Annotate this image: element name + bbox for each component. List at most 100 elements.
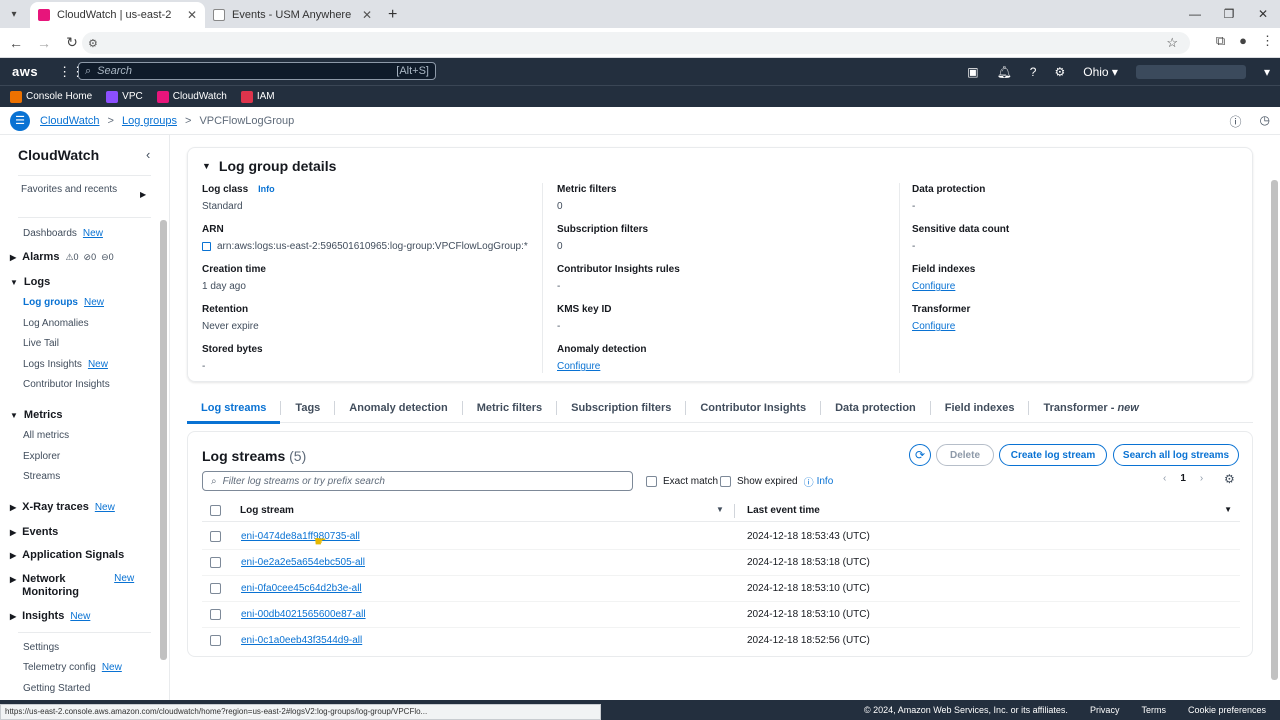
new-badge[interactable]: New	[114, 573, 134, 584]
tab-log-streams[interactable]: Log streams	[187, 393, 281, 424]
next-page-icon[interactable]: ›	[1200, 473, 1203, 484]
sidebar-item-getting-started[interactable]: Getting Started	[23, 683, 90, 694]
site-settings-icon[interactable]: ⚙	[88, 37, 98, 50]
prev-page-icon[interactable]: ‹	[1163, 473, 1166, 484]
region-selector[interactable]: Ohio ▾	[1083, 65, 1118, 79]
log-stream-link[interactable]: eni-0c1a0eeb43f3544d9-all	[241, 635, 362, 646]
close-window-icon[interactable]: ✕	[1246, 0, 1280, 28]
sort-descending-icon[interactable]: ▼	[1224, 505, 1232, 514]
current-page[interactable]: 1	[1180, 473, 1186, 484]
new-tab-icon[interactable]: +	[388, 6, 397, 24]
delete-button[interactable]: Delete	[936, 444, 994, 466]
restore-icon[interactable]: ❐	[1212, 0, 1246, 28]
privacy-link[interactable]: Privacy	[1090, 705, 1120, 715]
favorite-cloudwatch[interactable]: CloudWatch	[156, 90, 227, 103]
cookie-preferences-link[interactable]: Cookie preferences	[1188, 705, 1266, 715]
url-input[interactable]: ⚙ ☆	[82, 32, 1190, 54]
favorite-vpc[interactable]: VPC	[106, 90, 143, 103]
sidebar-section-insights[interactable]: ▶ Insights New	[10, 610, 90, 622]
sidebar-section-xray[interactable]: ▶ X-Ray traces New	[10, 501, 115, 513]
exact-match-checkbox[interactable]: Exact match	[646, 476, 718, 487]
settings-gear-icon[interactable]: ⚙	[1054, 65, 1065, 79]
close-tab-icon[interactable]: ✕	[187, 8, 197, 22]
terms-link[interactable]: Terms	[1141, 705, 1166, 715]
tab-field-indexes[interactable]: Field indexes	[931, 393, 1029, 423]
sidebar-section-alarms[interactable]: ▶ Alarms ⚠0 ⊘0 ⊖0	[10, 251, 114, 263]
sidebar-item-contributor-insights[interactable]: Contributor Insights	[23, 379, 110, 390]
help-icon[interactable]: ?	[1030, 65, 1037, 79]
sidebar-item-log-anomalies[interactable]: Log Anomalies	[23, 318, 89, 329]
log-stream-link[interactable]: eni-0fa0cee45c64d2b3e-all	[241, 583, 362, 594]
sidebar-item-all-metrics[interactable]: All metrics	[23, 430, 69, 441]
tab-data-protection[interactable]: Data protection	[821, 393, 930, 423]
checkbox[interactable]	[646, 476, 657, 487]
collapse-sidebar-icon[interactable]: ‹	[146, 147, 150, 162]
cloudshell-icon[interactable]: ▣	[967, 65, 978, 79]
new-badge[interactable]: New	[102, 662, 122, 673]
sidebar-section-events[interactable]: ▶ Events	[10, 526, 58, 538]
sidebar-item-explorer[interactable]: Explorer	[23, 451, 60, 462]
account-menu[interactable]	[1135, 64, 1246, 79]
sidebar-item-live-tail[interactable]: Live Tail	[23, 338, 59, 349]
breadcrumb-log-groups[interactable]: Log groups	[122, 115, 177, 127]
sidebar-section-metrics[interactable]: ▼ Metrics	[10, 409, 62, 421]
log-stream-link[interactable]: eni-0e2a2e5a654ebc505-all	[241, 557, 365, 568]
configure-anomaly-link[interactable]: Configure	[557, 361, 646, 372]
info-link[interactable]: Info	[817, 476, 834, 487]
filter-log-streams-input[interactable]: ⌕ Filter log streams or try prefix searc…	[202, 471, 633, 491]
new-badge[interactable]: New	[95, 502, 115, 513]
aws-search-input[interactable]: ⌕ Search [Alt+S]	[78, 62, 436, 80]
browser-menu-icon[interactable]: ⋮	[1261, 33, 1274, 49]
row-checkbox[interactable]	[210, 531, 221, 542]
log-stream-link[interactable]: eni-00db4021565600e87-all	[241, 609, 366, 620]
extensions-icon[interactable]: ⧉	[1216, 33, 1225, 49]
select-all-checkbox[interactable]	[210, 505, 221, 516]
column-header-log-stream[interactable]: Log stream	[240, 505, 294, 516]
info-circle-icon[interactable]: ⓘ	[804, 474, 814, 489]
sidebar-section-logs[interactable]: ▼ Logs	[10, 276, 50, 288]
sidebar-section-network-monitoring[interactable]: ▶ Network Monitoring New	[10, 573, 134, 599]
column-resizer[interactable]	[734, 504, 735, 518]
row-checkbox[interactable]	[210, 609, 221, 620]
sidebar-item-settings[interactable]: Settings	[23, 642, 59, 653]
aws-logo[interactable]: aws	[12, 64, 38, 79]
main-scrollbar[interactable]	[1271, 180, 1278, 680]
tab-contributor-insights[interactable]: Contributor Insights	[686, 393, 820, 423]
favorite-console-home[interactable]: Console Home	[10, 90, 92, 103]
row-checkbox[interactable]	[210, 557, 221, 568]
info-panel-icon[interactable]: ⓘ	[1230, 113, 1242, 130]
new-badge[interactable]: New	[70, 611, 90, 622]
create-log-stream-button[interactable]: Create log stream	[999, 444, 1107, 466]
copy-icon[interactable]	[202, 242, 211, 251]
notifications-icon[interactable]: 🔔︎	[997, 65, 1012, 79]
sidebar-item-dashboards[interactable]: Dashboards New	[23, 228, 103, 239]
row-checkbox[interactable]	[210, 583, 221, 594]
forward-icon[interactable]: →	[32, 35, 56, 51]
tab-tags[interactable]: Tags	[281, 393, 334, 423]
tab-search-icon[interactable]: ▾	[4, 4, 24, 24]
new-badge[interactable]: New	[88, 359, 108, 370]
caret-right-icon[interactable]: ▶	[140, 190, 146, 199]
sidebar-item-logs-insights[interactable]: Logs Insights New	[23, 359, 108, 370]
tab-transformer[interactable]: Transformer - new	[1029, 393, 1152, 423]
tab-subscription-filters[interactable]: Subscription filters	[557, 393, 685, 423]
show-expired-checkbox[interactable]: Show expired ⓘ Info	[720, 474, 833, 489]
search-all-log-streams-button[interactable]: Search all log streams	[1113, 444, 1239, 466]
menu-icon[interactable]: ☰	[10, 110, 30, 131]
sort-caret-icon[interactable]: ▼	[716, 505, 724, 514]
column-header-last-event-time[interactable]: Last event time	[747, 505, 820, 516]
minimize-icon[interactable]: —	[1178, 0, 1212, 28]
refresh-button[interactable]: ⟳	[909, 444, 931, 466]
sidebar-section-application-signals[interactable]: ▶ Application Signals	[10, 549, 124, 561]
reload-icon[interactable]: ↻	[60, 34, 84, 51]
table-preferences-gear-icon[interactable]: ⚙	[1224, 472, 1235, 486]
sidebar-scrollbar[interactable]	[160, 220, 167, 660]
browser-tab-cloudwatch[interactable]: CloudWatch | us-east-2 ✕	[30, 2, 205, 28]
row-checkbox[interactable]	[210, 635, 221, 646]
log-stream-link[interactable]: eni-0474de8a1ff980735-all	[241, 531, 360, 542]
history-icon[interactable]: ◷	[1260, 113, 1270, 130]
configure-transformer-link[interactable]: Configure	[912, 321, 970, 332]
account-dropdown-icon[interactable]: ▾	[1264, 65, 1270, 79]
favorite-iam[interactable]: IAM	[240, 90, 275, 103]
favorites-and-recents[interactable]: Favorites and recents	[21, 183, 121, 196]
